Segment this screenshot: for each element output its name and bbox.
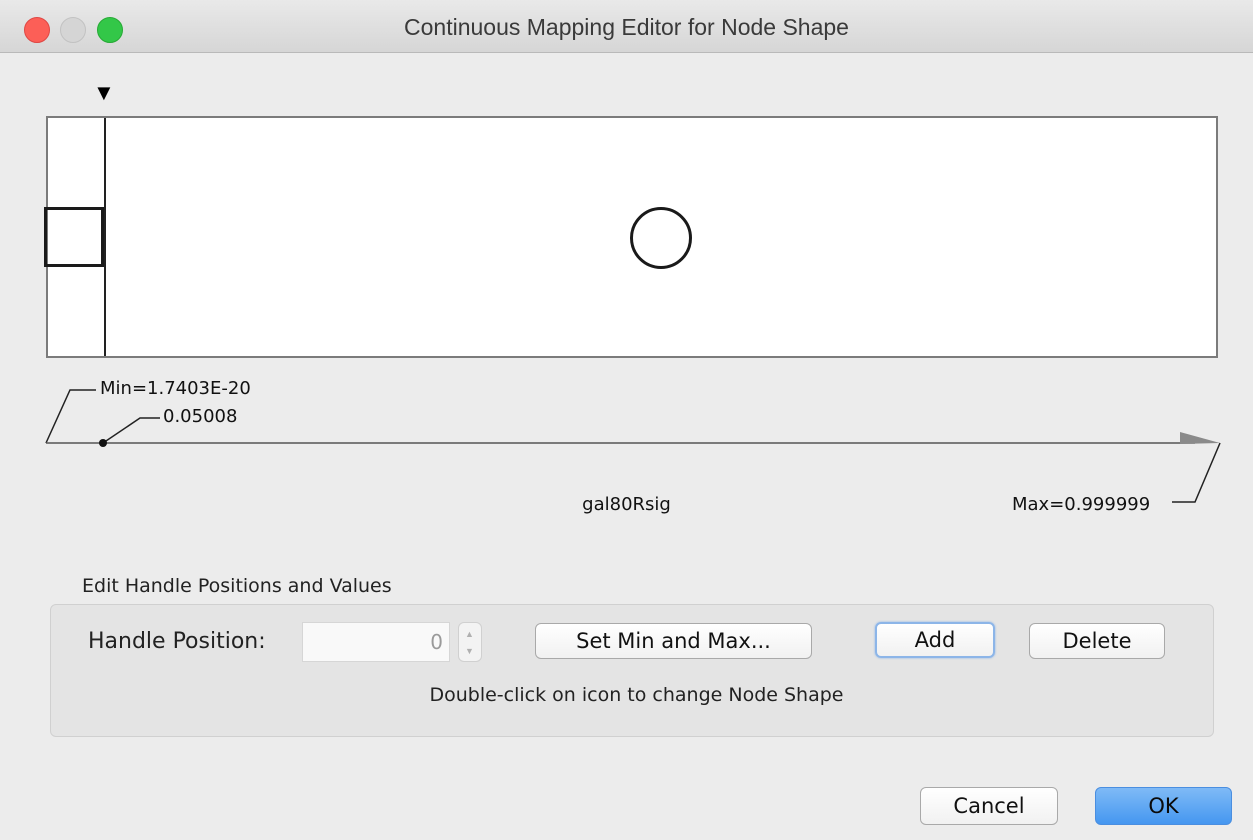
window-title: Continuous Mapping Editor for Node Shape — [404, 14, 849, 40]
handle-dot — [99, 439, 107, 447]
handle-position-label: Handle Position: — [88, 629, 266, 654]
handle-value-label: 0.05008 — [163, 406, 238, 427]
add-button[interactable]: Add — [875, 622, 995, 658]
mapping-preview-area[interactable] — [44, 116, 1218, 358]
handle-position-stepper[interactable]: ▲ ▼ — [458, 622, 482, 662]
handle-position-input[interactable] — [302, 622, 450, 662]
set-min-max-button[interactable]: Set Min and Max... — [535, 623, 812, 659]
square-shape-icon[interactable] — [44, 207, 104, 267]
hint-text: Double-click on icon to change Node Shap… — [429, 684, 844, 706]
delete-button[interactable]: Delete — [1029, 623, 1165, 659]
ok-button[interactable]: OK — [1095, 787, 1232, 825]
axis-arrow-icon — [1180, 432, 1220, 444]
stepper-up-icon[interactable]: ▲ — [465, 629, 474, 639]
circle-shape-icon[interactable] — [630, 207, 692, 269]
handle-triangle-icon[interactable]: ▼ — [93, 82, 115, 104]
cancel-button[interactable]: Cancel — [920, 787, 1058, 825]
max-value-label: Max=0.999999 — [1012, 494, 1151, 515]
handle-leader-line — [102, 417, 160, 444]
handle-line[interactable] — [104, 118, 106, 356]
min-value-label: Min=1.7403E-20 — [100, 378, 251, 399]
stepper-down-icon[interactable]: ▼ — [465, 646, 474, 656]
min-leader-line — [45, 389, 96, 444]
edit-group-title: Edit Handle Positions and Values — [82, 575, 392, 597]
title-bar: Continuous Mapping Editor for Node Shape — [0, 0, 1253, 53]
